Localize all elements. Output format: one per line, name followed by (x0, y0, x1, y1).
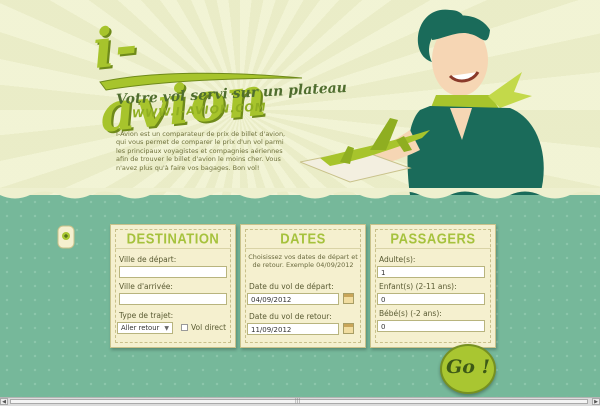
trip-type-select[interactable]: Aller retour ▼ (117, 322, 173, 334)
adults-label: Adulte(s): (379, 255, 416, 264)
departure-date-input[interactable]: 04/09/2012 (247, 293, 339, 305)
calendar-icon[interactable] (343, 293, 354, 304)
arrival-city-label: Ville d'arrivée: (119, 282, 173, 291)
calendar-icon[interactable] (343, 323, 354, 334)
intro-text: I-Avion est un comparateur de prix de bi… (116, 130, 286, 172)
passengers-panel: PASSAGERS Adulte(s): 1 Enfant(s) (2-11 a… (370, 224, 496, 348)
trip-type-value: Aller retour (121, 324, 160, 332)
scroll-left-arrow-icon[interactable]: ◀ (0, 398, 8, 405)
departure-city-label: Ville de départ: (119, 255, 177, 264)
scrollbar-grip-icon: ||| (295, 398, 301, 404)
dates-hint: Choisissez vos dates de départ et de ret… (248, 253, 358, 269)
children-input[interactable]: 0 (377, 293, 485, 305)
direct-flight-label: Vol direct (191, 323, 227, 332)
hero-banner: i-avion Votre vol servi sur un plateau W… (0, 0, 600, 195)
return-date-input[interactable]: 11/09/2012 (247, 323, 339, 335)
departure-city-input[interactable] (119, 266, 227, 278)
go-button-label: Go ! (446, 356, 490, 378)
stewardess-illustration (300, 9, 544, 195)
divider (115, 248, 231, 249)
arrival-city-input[interactable] (119, 293, 227, 305)
babies-input[interactable]: 0 (377, 320, 485, 332)
adults-input[interactable]: 1 (377, 266, 485, 278)
children-label: Enfant(s) (2-11 ans): (379, 282, 457, 291)
passengers-title: PASSAGERS (390, 230, 476, 247)
scrollbar-thumb[interactable]: ||| (10, 398, 588, 404)
scroll-right-arrow-icon[interactable]: ▶ (592, 398, 600, 405)
trip-type-label: Type de trajet: (119, 311, 174, 320)
direct-flight-checkbox[interactable] (181, 324, 188, 331)
departure-date-label: Date du vol de départ: (249, 282, 334, 291)
babies-label: Bébé(s) (-2 ans): (379, 309, 442, 318)
dates-panel: DATES Choisissez vos dates de départ et … (240, 224, 366, 348)
divider (375, 248, 491, 249)
divider (245, 248, 361, 249)
luggage-tag-icon (57, 225, 75, 249)
go-search-button[interactable]: Go ! (440, 344, 496, 394)
destination-panel: DESTINATION Ville de départ: Ville d'arr… (110, 224, 236, 348)
dates-title: DATES (280, 230, 326, 247)
chevron-down-icon: ▼ (164, 325, 169, 332)
logo[interactable]: i-avion (90, 6, 306, 145)
return-date-label: Date du vol de retour: (249, 312, 332, 321)
destination-title: DESTINATION (126, 230, 220, 247)
